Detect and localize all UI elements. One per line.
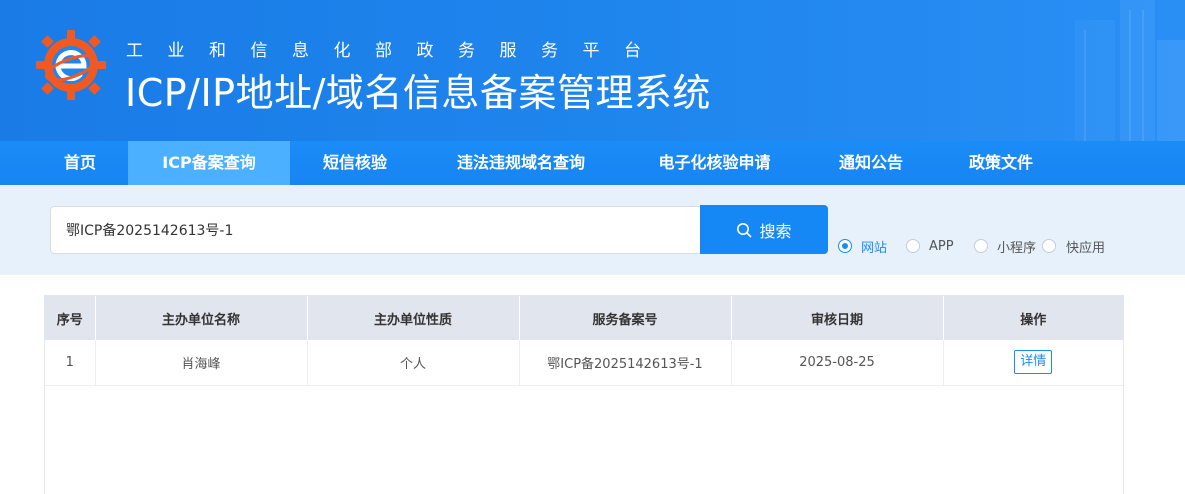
radio-unchecked-icon [974,239,988,253]
site-header: 工业和信息化部政务服务平台 ICP/IP地址/域名信息备案管理系统 [0,0,1185,141]
column-header-review-date: 审核日期 [731,296,944,340]
cell-review-date: 2025-08-25 [731,340,944,386]
column-header-org-name: 主办单位名称 [95,296,308,340]
nav-item-e-verify-apply[interactable]: 电子化核验申请 [637,141,792,185]
column-header-index: 序号 [45,296,96,340]
column-header-org-type: 主办单位性质 [307,296,520,340]
detail-button[interactable]: 详情 [1014,350,1053,375]
nav-item-home[interactable]: 首页 [35,141,125,185]
search-input[interactable] [50,206,701,254]
nav-item-policy-docs[interactable]: 政策文件 [952,141,1050,185]
column-header-action: 操作 [943,296,1123,340]
nav-item-sms-verify[interactable]: 短信核验 [305,141,405,185]
cell-index: 1 [45,340,96,386]
table-header-row: 序号 主办单位名称 主办单位性质 服务备案号 审核日期 操作 [45,296,1123,340]
site-logo-icon[interactable] [34,28,108,102]
radio-miniprogram-label: 小程序 [997,240,1037,256]
nav-item-illegal-domain-query[interactable]: 违法违规域名查询 [435,141,607,185]
radio-checked-icon [838,239,852,253]
search-button[interactable]: 搜索 [700,205,828,254]
site-subtitle: 工业和信息化部政务服务平台 [126,41,666,61]
radio-quickapp-label: 快应用 [1066,240,1106,256]
nav-item-notices[interactable]: 通知公告 [822,141,920,185]
search-button-label: 搜索 [759,221,792,241]
cell-org-type: 个人 [307,340,520,386]
nav-item-icp-query[interactable]: ICP备案查询 [128,141,290,185]
search-icon [737,222,752,237]
results-table: 序号 主办单位名称 主办单位性质 服务备案号 审核日期 操作 1 肖海峰 个人 … [45,296,1123,386]
main-nav: 首页 ICP备案查询 短信核验 违法违规域名查询 电子化核验申请 通知公告 政策… [0,141,1185,185]
radio-website-label: 网站 [861,240,888,256]
radio-unchecked-icon [906,239,920,253]
radio-miniprogram[interactable]: 小程序 [974,237,1037,256]
radio-unchecked-icon [1042,239,1056,253]
site-title: ICP/IP地址/域名信息备案管理系统 [125,71,711,115]
radio-website[interactable]: 网站 [838,237,888,256]
radio-quickapp[interactable]: 快应用 [1042,237,1106,256]
results-table-container: 序号 主办单位名称 主办单位性质 服务备案号 审核日期 操作 1 肖海峰 个人 … [44,295,1124,494]
radio-app-label: APP [929,238,954,254]
cell-action: 详情 [943,340,1123,386]
radio-app[interactable]: APP [906,237,954,255]
search-panel: 搜索 网站 APP 小程序 快应用 [0,185,1185,275]
table-row: 1 肖海峰 个人 鄂ICP备2025142613号-1 2025-08-25 详… [45,340,1123,386]
column-header-record-no: 服务备案号 [519,296,732,340]
cell-org-name: 肖海峰 [95,340,308,386]
cell-record-no: 鄂ICP备2025142613号-1 [519,340,732,386]
building-decoration [1075,0,1185,141]
